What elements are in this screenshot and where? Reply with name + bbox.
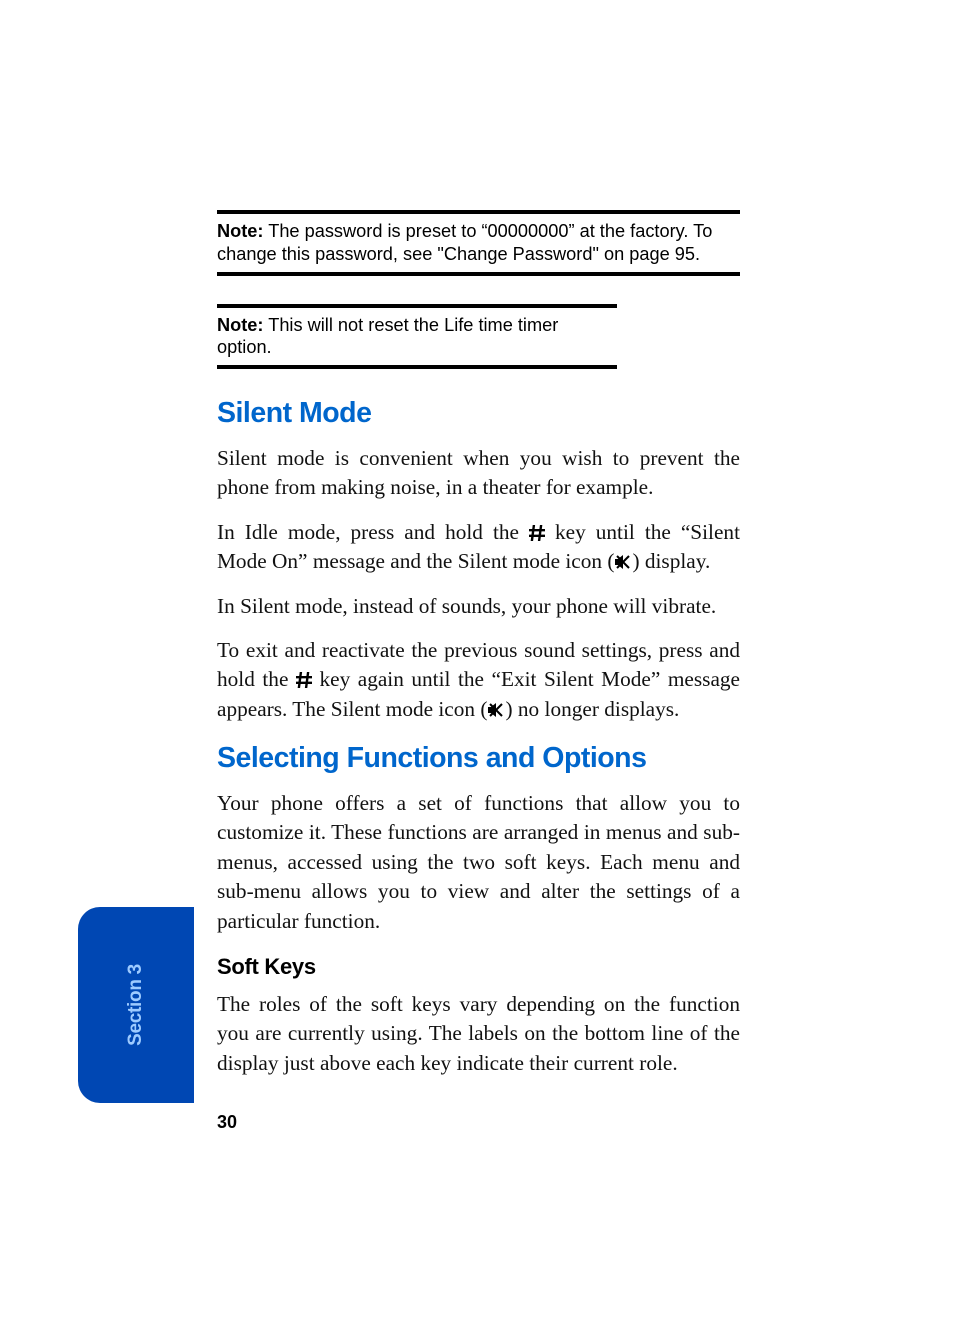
silent-p3: In Silent mode, instead of sounds, your … [217,592,740,621]
silent-p4: To exit and reactivate the previous soun… [217,636,740,724]
pound-key-icon [529,525,545,541]
note-text-1: The password is preset to “00000000” at … [217,221,712,264]
heading-soft-keys: Soft Keys [217,954,740,980]
note-label: Note: [217,221,263,241]
selecting-p1: Your phone offers a set of functions tha… [217,789,740,936]
silent-p2: In Idle mode, press and hold the key unt… [217,518,740,577]
page-number: 30 [217,1112,237,1133]
mute-speaker-icon [487,702,505,718]
pound-key-icon [296,672,312,688]
note-label: Note: [217,315,263,335]
silent-p2a: In Idle mode, press and hold the [217,520,529,544]
note-block-2: Note: This will not reset the Life time … [217,304,617,370]
section-tab: Section 3 [78,907,194,1103]
section-tab-label: Section 3 [125,964,147,1046]
page: Note: The password is preset to “0000000… [0,0,954,1319]
content-column: Note: The password is preset to “0000000… [217,210,740,1093]
silent-p1: Silent mode is convenient when you wish … [217,444,740,503]
selecting-p2: The roles of the soft keys vary dependin… [217,990,740,1078]
heading-selecting-functions: Selecting Functions and Options [217,742,740,775]
note-block-1: Note: The password is preset to “0000000… [217,210,740,276]
heading-silent-mode: Silent Mode [217,397,740,430]
note-text-2: This will not reset the Life time timer … [217,315,558,358]
silent-p2c: ) display. [632,549,710,573]
silent-p4c: ) no longer displays. [505,697,679,721]
mute-speaker-icon [614,554,632,570]
